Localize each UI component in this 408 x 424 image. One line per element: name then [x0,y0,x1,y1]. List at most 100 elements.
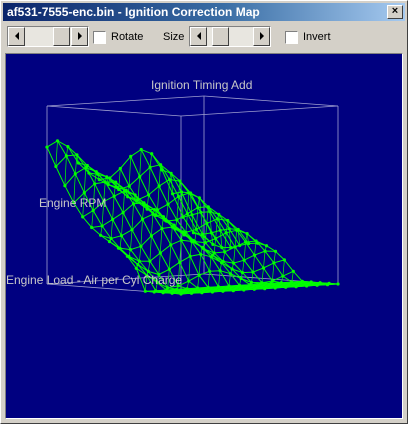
surface-point [327,281,331,285]
surface-point [118,166,122,171]
map-window: af531-7555-enc.bin - Ignition Correction… [0,0,408,424]
surface-point [100,224,104,228]
surface-point [138,175,142,179]
surface-point [152,208,157,212]
surface-point [63,184,67,188]
surface-point [181,215,185,219]
surface-point [184,230,188,234]
mesh-line [55,166,66,186]
invert-label[interactable]: Invert [303,30,331,44]
mesh-diagonal [282,259,285,277]
mesh-diagonal [148,167,151,195]
arrow-right-icon [260,32,264,40]
mesh-line [243,259,254,273]
surface-point [206,205,210,209]
mesh-line [101,218,113,227]
size-scroll-left-button[interactable] [190,27,207,46]
surface-point [149,234,153,238]
mesh-line [119,156,132,169]
surface-point [216,285,221,289]
plot-canvas[interactable]: Ignition Timing Add Engine RPM Engine Lo… [5,53,403,419]
surface-point [112,194,116,198]
mesh-line [284,259,294,272]
surface-point [169,243,173,247]
mesh-diagonal [168,244,172,270]
mesh-line [130,156,141,177]
surface-point [221,259,225,263]
rotate-scroll-left-button[interactable] [8,27,25,46]
surface-point [107,240,112,244]
mesh-diagonal [261,267,264,283]
surface-point [261,266,266,270]
surface-point [172,223,176,227]
surface-point [318,281,322,285]
rotate-scrollbar[interactable] [7,26,89,47]
surface-point [126,195,130,199]
surface-point [215,217,219,221]
mesh-diagonal [242,260,245,273]
surface-point [97,178,101,182]
mesh-line [82,210,94,218]
mesh-line [137,194,149,201]
mesh-diagonal [149,235,152,262]
mesh-diagonal [187,192,190,214]
mesh-line [130,245,142,251]
surface-point [111,217,115,221]
mesh-line [82,216,93,228]
mesh-line [292,270,303,282]
invert-checkbox[interactable] [285,31,298,44]
title-bar[interactable]: af531-7555-enc.bin - Ignition Correction… [3,3,405,21]
size-scroll-right-button[interactable] [253,27,270,46]
mesh-line [263,262,275,269]
mesh-diagonal [273,251,276,263]
surface-point [130,228,134,232]
mesh-diagonal [207,271,210,288]
surface-point [75,153,79,157]
rotate-scroll-thumb[interactable] [53,27,70,46]
surface-point [176,194,181,199]
mesh-diagonal [198,254,202,276]
surface-point [208,210,212,214]
surface-point [175,287,179,291]
z-axis-label: Ignition Timing Add [151,78,252,92]
ignition-map-plot[interactable]: Ignition Timing Add Engine RPM Engine Lo… [6,54,402,418]
mesh-line [159,252,170,270]
mesh-line [139,176,150,196]
mesh-diagonal [218,270,221,287]
mesh-line [46,140,58,148]
size-scroll-thumb[interactable] [212,27,229,46]
mesh-line [169,261,180,270]
surface-point [263,249,267,253]
rotate-label[interactable]: Rotate [111,30,143,44]
mesh-line [233,259,245,264]
mesh-line [149,166,160,187]
mesh-diagonal [131,203,134,230]
mesh-line [275,250,285,261]
surface-point [128,248,133,252]
surface-point [127,254,131,258]
surface-point [247,241,251,246]
mesh-line [140,235,152,247]
surface-point [228,272,233,276]
surface-point [178,260,182,264]
mesh-line [131,229,142,247]
mesh-line [92,210,103,227]
close-button[interactable]: × [387,5,403,19]
surface-point [118,246,122,250]
size-label: Size [163,31,185,43]
mesh-diagonal [128,156,132,187]
surface-point [160,168,164,172]
mesh-diagonal [110,219,113,239]
surface-point [108,176,112,180]
surface-point [106,182,110,187]
surface-point [197,273,201,277]
surface-point [237,283,242,287]
surface-point [264,244,269,248]
size-scrollbar[interactable] [189,26,271,47]
mesh-line [122,212,133,231]
rotate-scroll-right-button[interactable] [71,27,88,46]
rotate-checkbox[interactable] [93,31,106,44]
surface-point [93,182,97,186]
surface-point [211,242,215,246]
surface-point [251,270,255,274]
